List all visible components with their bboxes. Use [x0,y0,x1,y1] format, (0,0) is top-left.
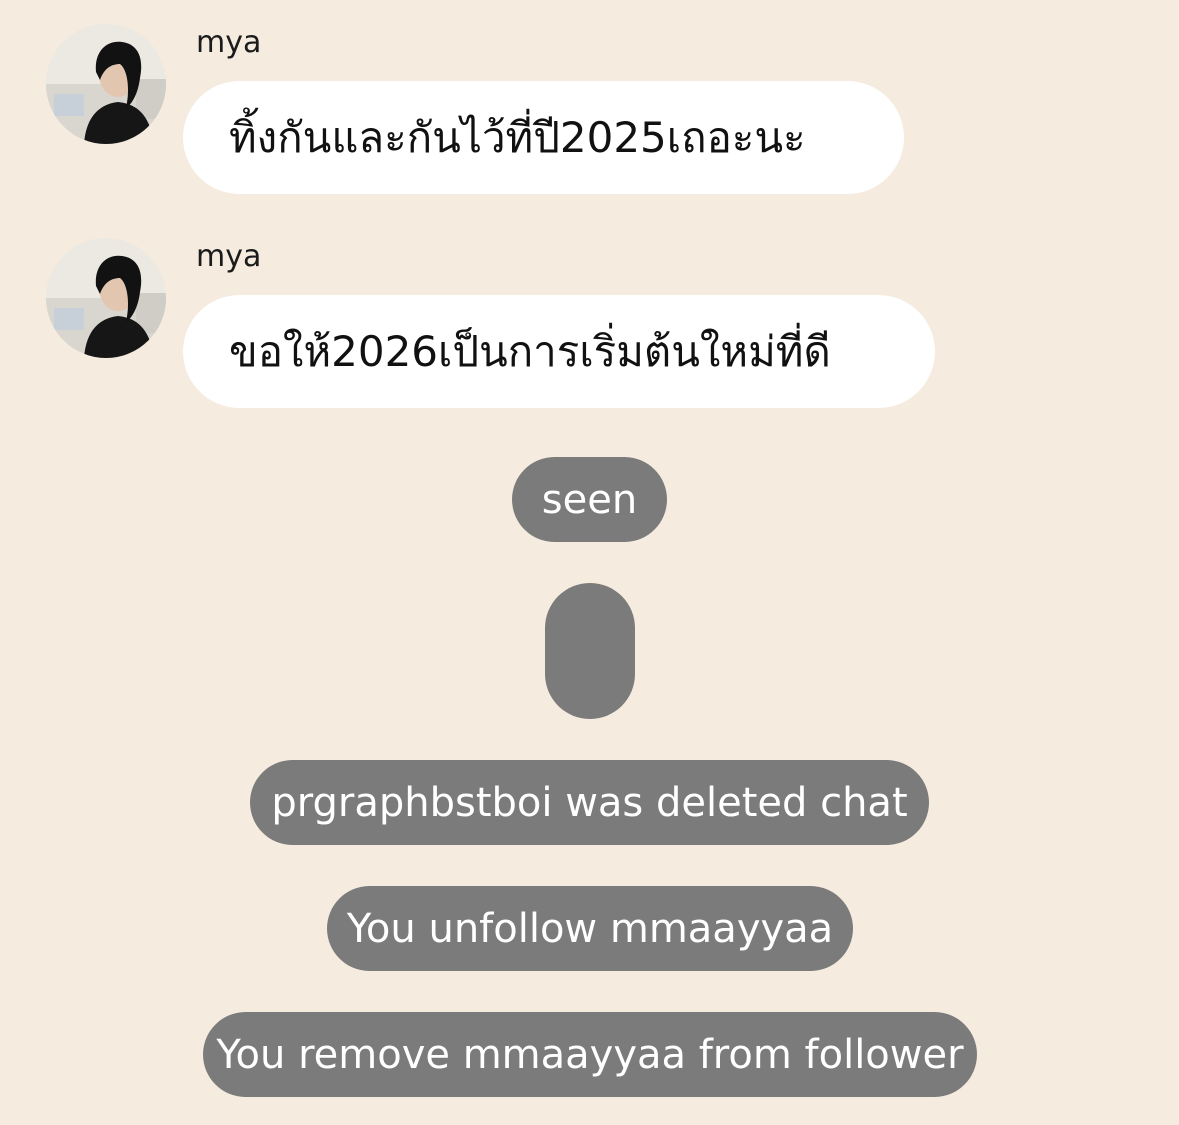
chat-thread: mya ทิ้งกันและกันไว้ที่ปี2025เถอะนะ mya … [0,0,1179,1125]
sender-name: mya [196,239,262,274]
message-text: ทิ้งกันและกันไว้ที่ปี2025เถอะนะ [229,112,806,162]
avatar[interactable] [46,24,166,144]
sender-name: mya [196,25,262,60]
message-bubble[interactable]: ขอให้2026เป็นการเริ่มต้นใหม่ที่ดี [183,295,935,408]
system-message: prgraphbstboi was deleted chat [250,760,929,845]
avatar[interactable] [46,238,166,358]
seen-indicator: seen [512,457,667,542]
message-bubble[interactable]: ทิ้งกันและกันไว้ที่ปี2025เถอะนะ [183,81,904,194]
system-message: You remove mmaayyaa from follower [203,1012,977,1097]
avatar-photo-icon [46,238,166,358]
avatar-photo-icon [46,24,166,144]
typing-indicator [545,583,635,719]
message-text: ขอให้2026เป็นการเริ่มต้นใหม่ที่ดี [229,326,831,376]
system-message: You unfollow mmaayyaa [327,886,853,971]
